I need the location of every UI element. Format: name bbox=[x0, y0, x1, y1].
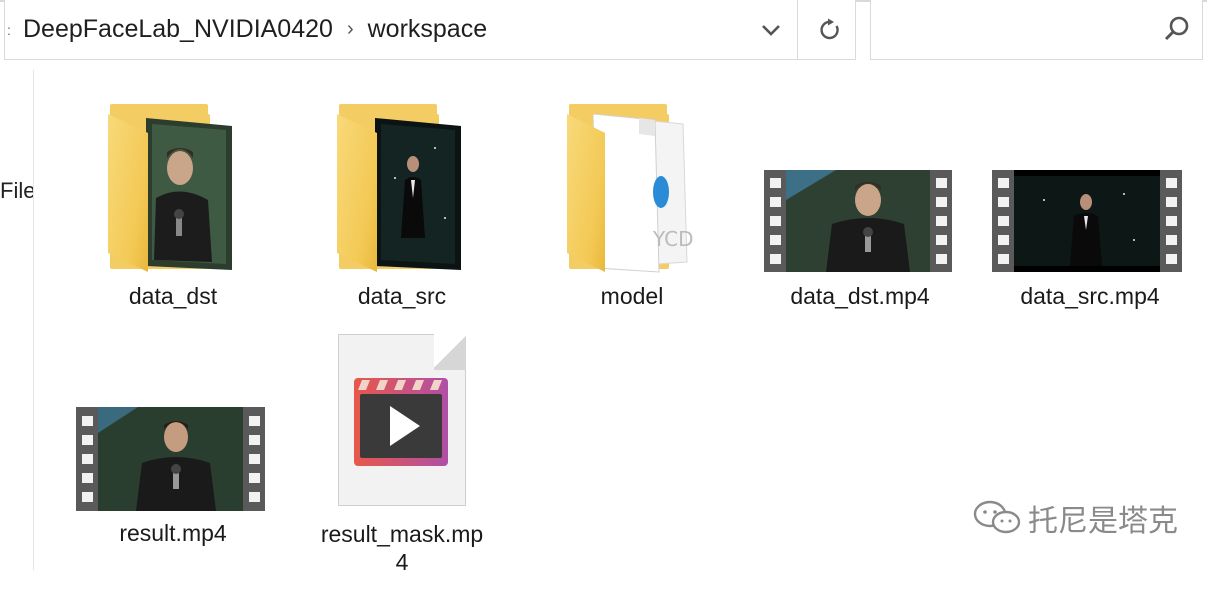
item-name: data_src bbox=[357, 283, 447, 309]
video-thumbnail bbox=[764, 170, 952, 272]
address-bar-edge-glyph: : bbox=[7, 22, 11, 38]
navigation-pane-label[interactable]: File bbox=[0, 178, 33, 204]
item-name-wrap: 4 bbox=[395, 549, 409, 575]
folder-icon bbox=[108, 104, 238, 274]
play-icon bbox=[354, 378, 448, 466]
watermark: 托尼是塔克 bbox=[972, 496, 1178, 540]
video-thumbnail bbox=[992, 170, 1182, 272]
item-name: result_mask.mp bbox=[320, 521, 484, 547]
breadcrumb-item-workspace[interactable]: workspace bbox=[368, 15, 488, 44]
address-bar[interactable]: : DeepFaceLab_NVIDIA0420 › workspace bbox=[4, 0, 856, 60]
file-data-src-mp4[interactable]: data_src.mp4 bbox=[990, 168, 1190, 318]
chevron-down-icon bbox=[762, 24, 780, 36]
folder-model[interactable]: YCD model bbox=[532, 100, 732, 315]
refresh-icon bbox=[820, 18, 839, 39]
navigation-pane-border bbox=[33, 70, 34, 570]
file-data-dst-mp4[interactable]: data_dst.mp4 bbox=[760, 168, 960, 318]
folder-icon bbox=[337, 104, 467, 274]
breadcrumb-item-deepfacelab[interactable]: DeepFaceLab_NVIDIA0420 bbox=[23, 15, 333, 44]
item-name: data_dst.mp4 bbox=[790, 283, 930, 309]
item-name: data_src.mp4 bbox=[1020, 283, 1160, 309]
video-file-icon bbox=[338, 334, 466, 506]
search-input[interactable] bbox=[879, 12, 1149, 46]
folder-icon: YCD bbox=[567, 104, 697, 274]
item-name: result.mp4 bbox=[119, 520, 227, 546]
svg-text:YCD: YCD bbox=[652, 227, 693, 251]
file-result-mp4[interactable]: result.mp4 bbox=[73, 405, 273, 555]
breadcrumb: DeepFaceLab_NVIDIA0420 › workspace bbox=[23, 14, 487, 44]
watermark-text: 托尼是塔克 bbox=[1028, 504, 1178, 539]
folder-data-src[interactable]: data_src bbox=[302, 100, 502, 315]
search-icon[interactable] bbox=[1162, 14, 1192, 44]
breadcrumb-separator[interactable]: › bbox=[347, 18, 354, 41]
search-box[interactable] bbox=[870, 0, 1203, 60]
video-thumbnail bbox=[76, 407, 265, 511]
file-result-mask-mp4[interactable]: result_mask.mp 4 bbox=[302, 334, 502, 575]
address-divider bbox=[797, 0, 798, 59]
item-name: model bbox=[600, 283, 664, 309]
item-name: data_dst bbox=[128, 283, 218, 309]
wechat-icon bbox=[973, 500, 1021, 534]
refresh-button[interactable] bbox=[801, 0, 859, 59]
address-history-button[interactable] bbox=[747, 0, 795, 59]
folder-data-dst[interactable]: data_dst bbox=[73, 100, 273, 315]
